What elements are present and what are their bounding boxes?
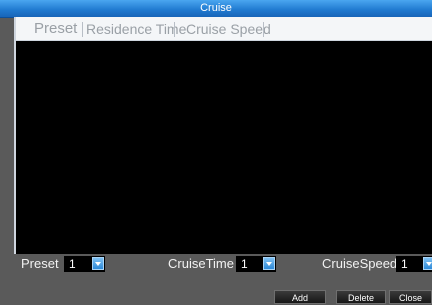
cruise-time-label: CruiseTime — [168, 256, 234, 271]
column-preset: Preset — [34, 20, 78, 37]
cruise-speed-select-value: 1 — [401, 257, 408, 271]
column-cruise-speed: Cruise Speed — [186, 21, 271, 37]
chevron-down-icon[interactable] — [92, 257, 104, 270]
close-button[interactable]: Close — [389, 290, 432, 304]
column-residence-time: Residence Time — [86, 21, 187, 37]
cruise-speed-label: CruiseSpeed — [322, 256, 398, 271]
window-title: Cruise — [200, 2, 232, 14]
delete-button[interactable]: Delete — [336, 290, 386, 304]
cruise-controls: Preset 1 CruiseTime 1 CruiseSpeed 1 — [0, 253, 432, 275]
cruise-dialog: Cruise Preset Residence Time Cruise Spee… — [0, 0, 432, 305]
chevron-down-icon[interactable] — [423, 257, 432, 270]
cruise-list[interactable] — [14, 17, 432, 254]
cruise-time-select[interactable]: 1 — [236, 256, 276, 272]
add-button[interactable]: Add — [274, 290, 326, 304]
column-separator — [82, 22, 83, 37]
preset-label: Preset — [21, 256, 59, 271]
cruise-time-select-value: 1 — [241, 257, 248, 271]
chevron-down-icon[interactable] — [263, 257, 275, 270]
column-separator — [263, 22, 264, 37]
column-separator — [174, 22, 175, 37]
cruise-speed-select[interactable]: 1 — [396, 256, 432, 272]
title-bar[interactable]: Cruise — [0, 0, 432, 18]
list-header: Preset Residence Time Cruise Speed — [14, 17, 432, 41]
preset-select[interactable]: 1 — [64, 256, 105, 272]
preset-select-value: 1 — [69, 257, 76, 271]
